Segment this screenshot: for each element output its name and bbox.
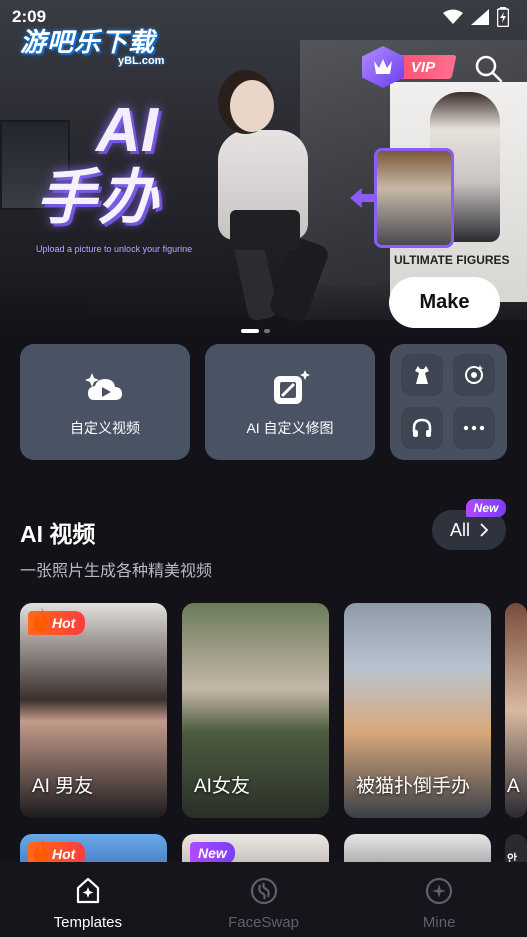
search-icon[interactable] (474, 54, 504, 84)
chevron-right-icon (480, 523, 488, 537)
new-badge: New (466, 499, 506, 517)
dress-icon (415, 366, 429, 384)
banner-title: AI 手办 Upload a picture to unlock your fi… (36, 96, 193, 255)
make-button[interactable]: Make (389, 277, 500, 328)
tool-dress-button[interactable] (401, 354, 443, 396)
carousel-indicator (241, 329, 270, 333)
signal-icon (471, 9, 489, 25)
video-card-label: AI女友 (194, 776, 250, 797)
more-dots-icon (463, 425, 485, 431)
ai-custom-edit-button[interactable]: AI 自定义修图 (205, 344, 375, 460)
nav-mine-label: Mine (422, 914, 456, 931)
hot-badge: Hot (28, 607, 86, 635)
video-card-label: 被猫扑倒手办 (356, 776, 471, 797)
vip-button[interactable]: VIP (362, 46, 457, 88)
video-card[interactable]: A (505, 603, 527, 818)
video-card-label: AI 男友 (32, 776, 94, 797)
vip-crown-icon (362, 46, 404, 88)
section-subtitle: 一张照片生成各种精美视频 (20, 563, 213, 580)
tool-headphones-button[interactable] (401, 407, 443, 449)
tool-more-button[interactable] (453, 407, 495, 449)
nav-mine[interactable]: Mine (351, 862, 527, 937)
nav-templates[interactable]: Templates (0, 862, 176, 937)
headphones-icon (412, 418, 432, 437)
flame-icon (33, 838, 49, 864)
wifi-icon (443, 9, 463, 24)
custom-video-button[interactable]: 自定义视频 (20, 344, 190, 460)
vip-label: VIP (410, 58, 436, 76)
banner-box-label: ULTIMATE FIGURES (394, 253, 510, 267)
magic-edit-icon (274, 370, 310, 404)
templates-icon (76, 877, 99, 904)
more-tools-panel (390, 344, 507, 460)
faceswap-icon (250, 877, 277, 905)
video-card[interactable]: Hot AI 男友 (20, 603, 167, 818)
tool-face-refresh-button[interactable] (453, 354, 495, 396)
banner-title-figurine: 手办 (36, 164, 160, 231)
watermark-logo: 游吧乐下载 yBL.com (20, 22, 164, 67)
banner-title-ai: AI (96, 96, 158, 165)
bottom-nav: Templates FaceSwap Mine (0, 862, 527, 937)
banner-figurine-image (200, 80, 370, 340)
nav-faceswap-label: FaceSwap (228, 914, 299, 931)
battery-icon (497, 7, 509, 27)
nav-faceswap[interactable]: FaceSwap (176, 862, 352, 937)
section-title: AI 视频 (20, 521, 96, 547)
mine-icon (426, 877, 453, 905)
banner-source-photo (374, 148, 454, 248)
watermark-en: yBL.com (118, 55, 165, 67)
custom-video-label: 自定义视频 (70, 420, 140, 436)
new-badge: New (190, 842, 235, 864)
video-card[interactable]: 被猫扑倒手办 (344, 603, 491, 818)
flame-icon (33, 607, 49, 633)
carousel-dot-active (241, 329, 259, 333)
video-card-label: A (507, 776, 520, 797)
face-refresh-icon (465, 365, 484, 384)
view-all-label: All (449, 519, 470, 540)
nav-templates-label: Templates (53, 914, 123, 931)
video-plus-icon (85, 373, 122, 400)
watermark-zh: 游吧乐下载 (20, 27, 156, 57)
video-card[interactable]: AI女友 (182, 603, 329, 818)
carousel-dot (264, 329, 270, 333)
banner-subtitle: Upload a picture to unlock your figurine (36, 244, 193, 254)
ai-custom-edit-label: AI 自定义修图 (246, 420, 334, 436)
